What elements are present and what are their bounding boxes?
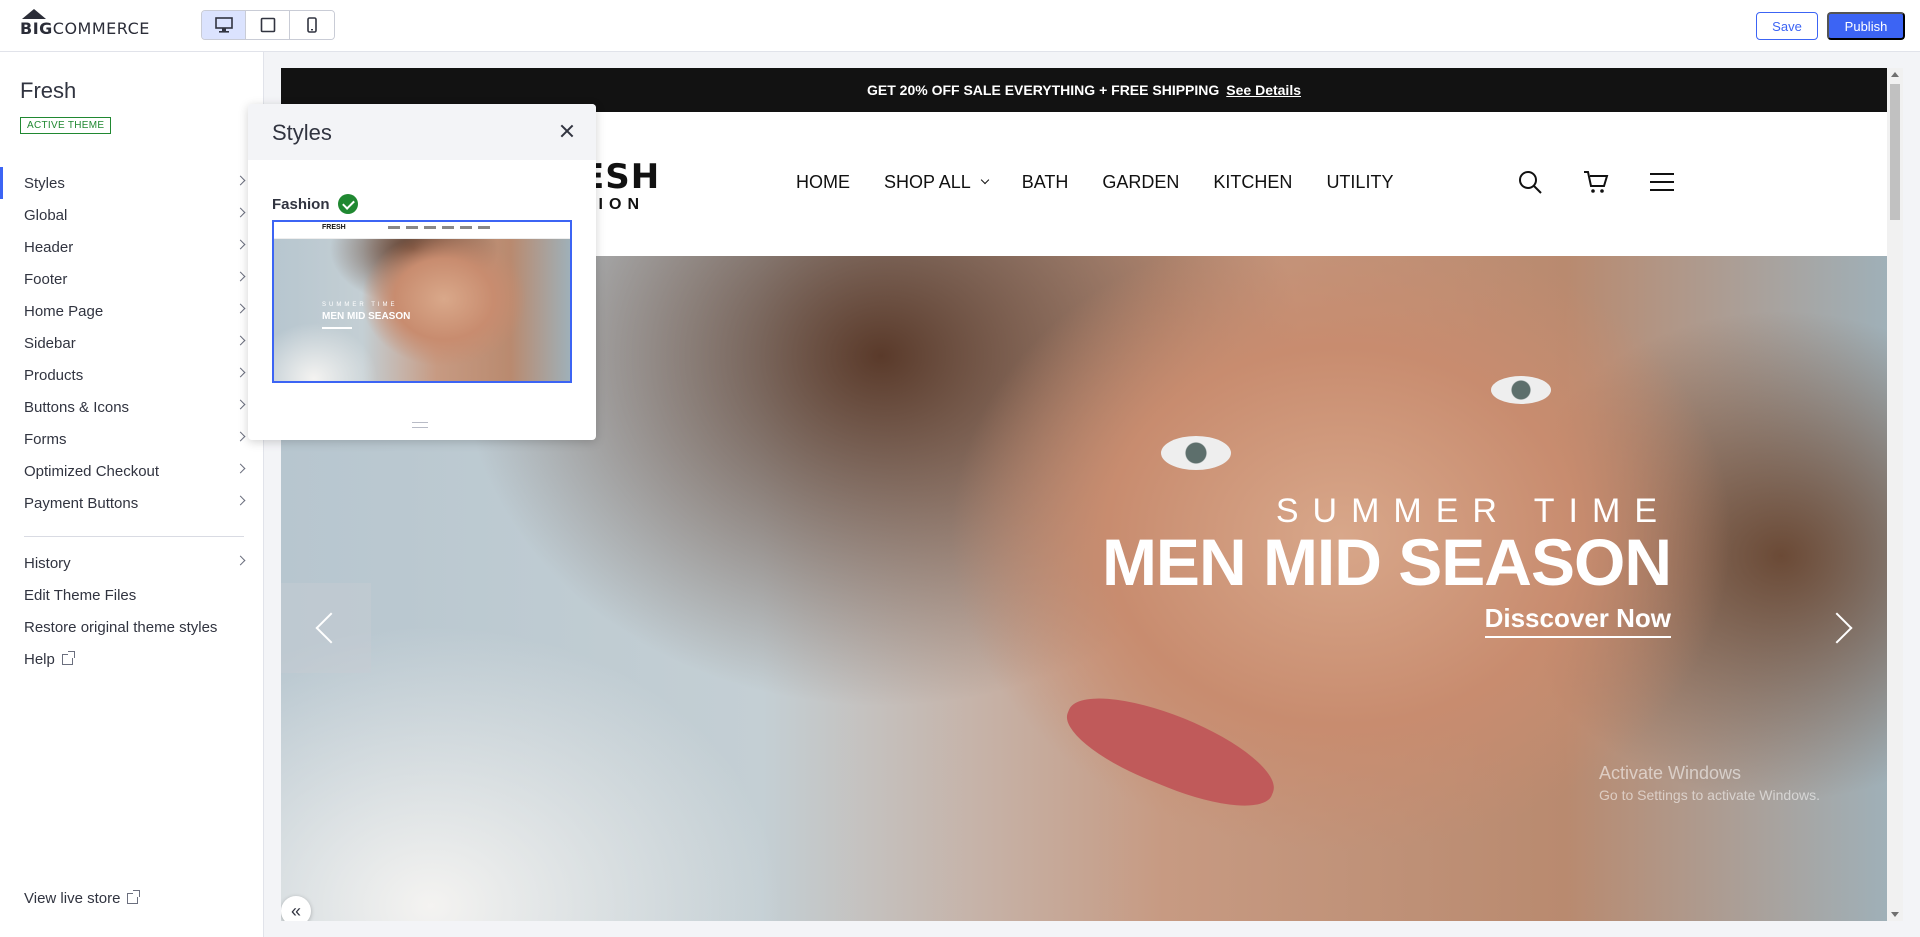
menu-button[interactable] xyxy=(1649,169,1675,195)
see-details-link[interactable]: See Details xyxy=(1226,82,1301,98)
sidebar-item-forms[interactable]: Forms xyxy=(0,423,264,455)
header-icons xyxy=(1517,169,1675,195)
hero-cta-link[interactable]: Disscover Now xyxy=(1484,603,1671,638)
view-live-store-link[interactable]: View live store xyxy=(24,890,141,907)
sidebar-item-sidebar[interactable]: Sidebar xyxy=(0,327,264,359)
store-nav: HOME SHOP ALL BATH GARDEN KITCHEN UTILIT… xyxy=(796,172,1427,193)
nav-item-garden[interactable]: GARDEN xyxy=(1102,172,1179,193)
styles-panel-title: Styles xyxy=(272,120,332,145)
cart-button[interactable] xyxy=(1583,169,1609,195)
nav-item-home[interactable]: HOME xyxy=(796,172,850,193)
chevron-left-icon xyxy=(315,612,347,644)
save-button[interactable]: Save xyxy=(1756,12,1818,40)
hero-image-detail xyxy=(1161,436,1231,470)
mobile-view-button[interactable] xyxy=(290,11,334,39)
chevron-right-icon xyxy=(235,175,246,186)
close-icon[interactable] xyxy=(558,122,576,140)
nav-item-bath[interactable]: BATH xyxy=(1022,172,1069,193)
sidebar-divider xyxy=(24,536,244,537)
slide-prev-button[interactable] xyxy=(281,583,371,673)
bigcommerce-logo[interactable]: BIG COMMERCE xyxy=(20,9,150,38)
check-circle-icon xyxy=(337,194,358,214)
hero-image-detail xyxy=(1491,376,1551,404)
chevron-right-icon xyxy=(235,271,246,282)
scrollbar-thumb[interactable] xyxy=(1890,84,1900,220)
scroll-up-arrow-icon xyxy=(1891,72,1899,77)
sidebar-item-footer[interactable]: Footer xyxy=(0,263,264,295)
menu-icon xyxy=(1650,173,1674,191)
sidebar-item-header[interactable]: Header xyxy=(0,231,264,263)
chevron-right-icon xyxy=(235,303,246,314)
chevron-right-icon xyxy=(235,555,246,566)
nav-item-shop-all[interactable]: SHOP ALL xyxy=(884,172,989,193)
active-theme-badge: ACTIVE THEME xyxy=(20,117,112,134)
windows-activation-watermark: Activate Windows Go to Settings to activ… xyxy=(1599,763,1820,803)
search-icon xyxy=(1519,171,1542,194)
scroll-down-arrow-icon xyxy=(1891,912,1899,917)
sidebar-item-home-page[interactable]: Home Page xyxy=(0,295,264,327)
theme-sidebar: Fresh ACTIVE THEME Styles Global Header … xyxy=(0,52,264,937)
sidebar-item-help[interactable]: Help xyxy=(0,643,264,675)
chevron-right-icon xyxy=(235,239,246,250)
style-variation-thumbnail[interactable]: FRESH SUMMER TIME MEN MID SEASON xyxy=(272,220,572,383)
hero-title: MEN MID SEASON xyxy=(1101,525,1672,599)
mobile-icon xyxy=(307,17,317,33)
theme-settings-menu: Styles Global Header Footer Home Page Si… xyxy=(0,167,264,675)
slide-next-button[interactable] xyxy=(1797,583,1887,673)
chevron-right-icon xyxy=(235,431,246,442)
chevron-right-icon xyxy=(1821,612,1853,644)
desktop-icon xyxy=(214,17,233,33)
external-link-icon xyxy=(61,650,75,665)
sidebar-item-styles[interactable]: Styles xyxy=(0,167,264,199)
sidebar-item-history[interactable]: History xyxy=(0,547,264,579)
chevron-right-icon xyxy=(235,207,246,218)
chevron-right-icon xyxy=(235,463,246,474)
chevron-down-icon xyxy=(980,175,989,185)
style-variation-label: Fashion xyxy=(272,194,358,214)
drag-handle-icon[interactable] xyxy=(412,422,428,428)
device-switcher xyxy=(201,10,335,40)
external-link-icon xyxy=(127,890,141,904)
sidebar-item-edit-theme-files[interactable]: Edit Theme Files xyxy=(0,579,264,611)
search-button[interactable] xyxy=(1517,169,1543,195)
styles-panel-header: Styles xyxy=(248,104,596,160)
sidebar-item-buttons-icons[interactable]: Buttons & Icons xyxy=(0,391,264,423)
sidebar-item-restore-styles[interactable]: Restore original theme styles xyxy=(0,611,264,643)
tablet-view-button[interactable] xyxy=(246,11,290,39)
sidebar-item-products[interactable]: Products xyxy=(0,359,264,391)
chevron-right-icon xyxy=(235,367,246,378)
chevron-right-icon xyxy=(235,335,246,346)
tablet-icon xyxy=(260,17,275,33)
thumbnail-hero-image: SUMMER TIME MEN MID SEASON xyxy=(274,239,570,381)
theme-name: Fresh xyxy=(20,78,77,103)
preview-scrollbar[interactable] xyxy=(1887,68,1903,921)
publish-button[interactable]: Publish xyxy=(1827,12,1905,40)
desktop-view-button[interactable] xyxy=(202,11,246,39)
nav-item-kitchen[interactable]: KITCHEN xyxy=(1213,172,1292,193)
chevron-right-icon xyxy=(235,495,246,506)
nav-item-utility[interactable]: UTILITY xyxy=(1326,172,1393,193)
collapse-sidebar-button[interactable]: « xyxy=(281,896,311,921)
chevron-right-icon xyxy=(235,399,246,410)
top-bar: BIG COMMERCE Save Publish xyxy=(0,0,1920,52)
hero-image-detail xyxy=(1055,677,1287,825)
cart-icon xyxy=(1584,171,1609,193)
styles-panel: Styles Fashion FRESH SUMMER TIME MEN MID… xyxy=(248,104,596,440)
sidebar-item-payment-buttons[interactable]: Payment Buttons xyxy=(0,487,264,519)
logo-triangle-icon xyxy=(22,9,46,19)
sidebar-item-optimized-checkout[interactable]: Optimized Checkout xyxy=(0,455,264,487)
double-chevron-left-icon: « xyxy=(290,900,301,921)
sidebar-item-global[interactable]: Global xyxy=(0,199,264,231)
